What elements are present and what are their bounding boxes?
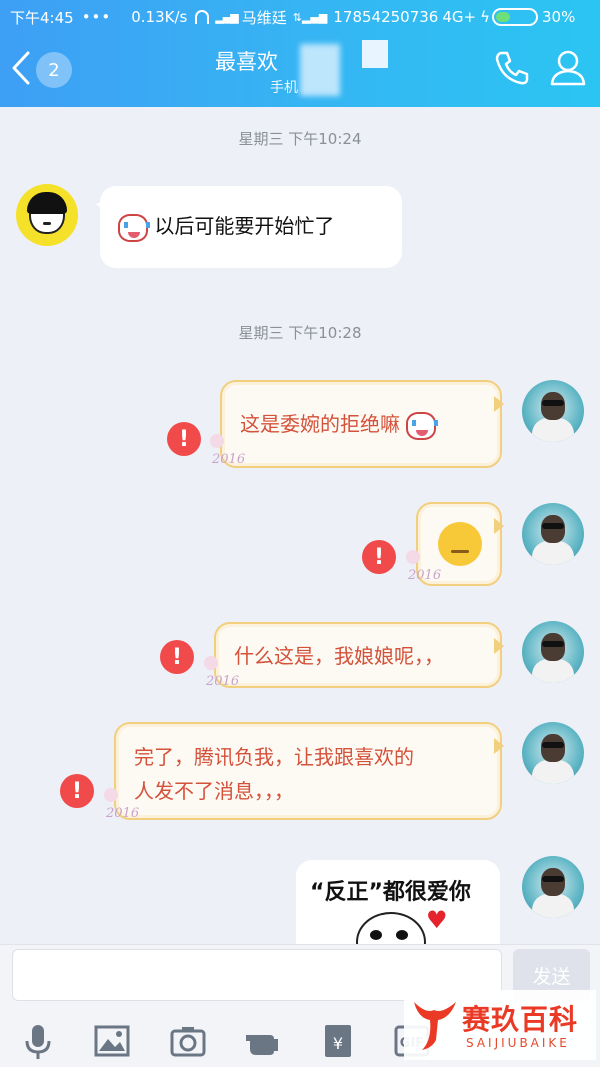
- watermark: 赛玖百科 SAIJIUBAIKE: [404, 990, 596, 1060]
- network-speed: 0.13K/s: [131, 8, 188, 26]
- chat-title: 最喜欢: [215, 50, 278, 74]
- microphone-icon[interactable]: [18, 1021, 58, 1061]
- charging-icon: ϟ: [480, 8, 490, 26]
- top-bar: 下午4:45 ••• 0.13K/s ▂▄▆ 马维廷 ⇅▂▄▆ 17854250…: [0, 0, 600, 107]
- crying-cat-emoji-icon: [118, 213, 150, 242]
- back-icon[interactable]: [10, 50, 32, 86]
- send-failed-icon[interactable]: !: [167, 422, 201, 456]
- self-avatar[interactable]: [522, 380, 584, 442]
- sticker-message[interactable]: “反正”都很爱你 ♥: [296, 860, 500, 946]
- carrier-name: 马维廷: [241, 8, 287, 27]
- self-avatar[interactable]: [522, 856, 584, 918]
- status-time: 下午4:45: [10, 8, 74, 27]
- svg-text:¥: ¥: [333, 1034, 343, 1053]
- bubble-decoration-2016: 2016: [209, 434, 246, 467]
- self-avatar[interactable]: [522, 621, 584, 683]
- crying-cat-emoji-icon: [406, 411, 439, 440]
- camera-icon[interactable]: [168, 1021, 208, 1061]
- redaction-block: [362, 40, 388, 68]
- self-avatar[interactable]: [522, 722, 584, 784]
- phone-number: 17854250736: [333, 8, 439, 26]
- friend-message-text: 以后可能要开始忙了: [154, 214, 335, 238]
- send-failed-icon[interactable]: !: [160, 640, 194, 674]
- self-message-bubble[interactable]: 这是委婉的拒绝嘛: [220, 380, 504, 468]
- phone-call-icon[interactable]: [492, 48, 532, 88]
- friend-avatar[interactable]: [16, 184, 78, 246]
- self-message-text: 这是委婉的拒绝嘛: [240, 412, 400, 436]
- hongbao-gesture-icon[interactable]: [242, 1021, 282, 1061]
- sticker-character-icon: [356, 912, 426, 946]
- self-message-text-line1: 完了，腾讯负我，让我跟喜欢的: [134, 745, 414, 769]
- whale-tail-logo-icon: [412, 996, 458, 1052]
- send-failed-icon[interactable]: !: [362, 540, 396, 574]
- self-message-text: 什么这是，我娘娘呢，，: [234, 644, 444, 668]
- network-type: 4G+: [442, 8, 477, 26]
- send-failed-icon[interactable]: !: [60, 774, 94, 808]
- signal-icon-2: ⇅▂▄▆: [292, 10, 328, 24]
- thinking-emoji-icon: [438, 522, 482, 566]
- headphone-icon: [195, 10, 210, 24]
- watermark-subtitle: SAIJIUBAIKE: [466, 1036, 570, 1050]
- bubble-decoration-2016: 2016: [405, 550, 442, 583]
- timestamp: 星期三 下午10:28: [238, 324, 362, 342]
- watermark-title: 赛玖百科: [462, 1003, 579, 1036]
- red-packet-icon[interactable]: ¥: [318, 1021, 358, 1061]
- heart-icon: ♥: [426, 906, 448, 934]
- battery-icon: [492, 8, 538, 26]
- profile-icon[interactable]: [548, 48, 588, 88]
- self-message-bubble[interactable]: 什么这是，我娘娘呢，，: [214, 622, 504, 688]
- chat-subtitle: 手机: [270, 80, 298, 96]
- bubble-decoration-2016: 2016: [103, 788, 140, 821]
- battery-percent: 30%: [542, 8, 576, 26]
- self-avatar[interactable]: [522, 503, 584, 565]
- bubble-decoration-2016: 2016: [203, 656, 240, 689]
- unread-badge[interactable]: 2: [36, 52, 72, 88]
- status-bar: 下午4:45 ••• 0.13K/s ▂▄▆ 马维廷 ⇅▂▄▆ 17854250…: [0, 0, 600, 34]
- redaction-blur: [300, 44, 340, 96]
- notification-dots: •••: [81, 8, 112, 26]
- sticker-text: “反正”都很爱你: [310, 880, 471, 905]
- self-message-bubble[interactable]: 完了，腾讯负我，让我跟喜欢的 人发不了消息，，，: [114, 722, 504, 820]
- self-message-text-line2: 人发不了消息，，，: [134, 779, 294, 803]
- image-icon[interactable]: [92, 1021, 132, 1061]
- signal-icon: ▂▄▆: [215, 10, 238, 24]
- friend-message-bubble[interactable]: 以后可能要开始忙了: [96, 186, 402, 268]
- timestamp: 星期三 下午10:24: [238, 130, 362, 148]
